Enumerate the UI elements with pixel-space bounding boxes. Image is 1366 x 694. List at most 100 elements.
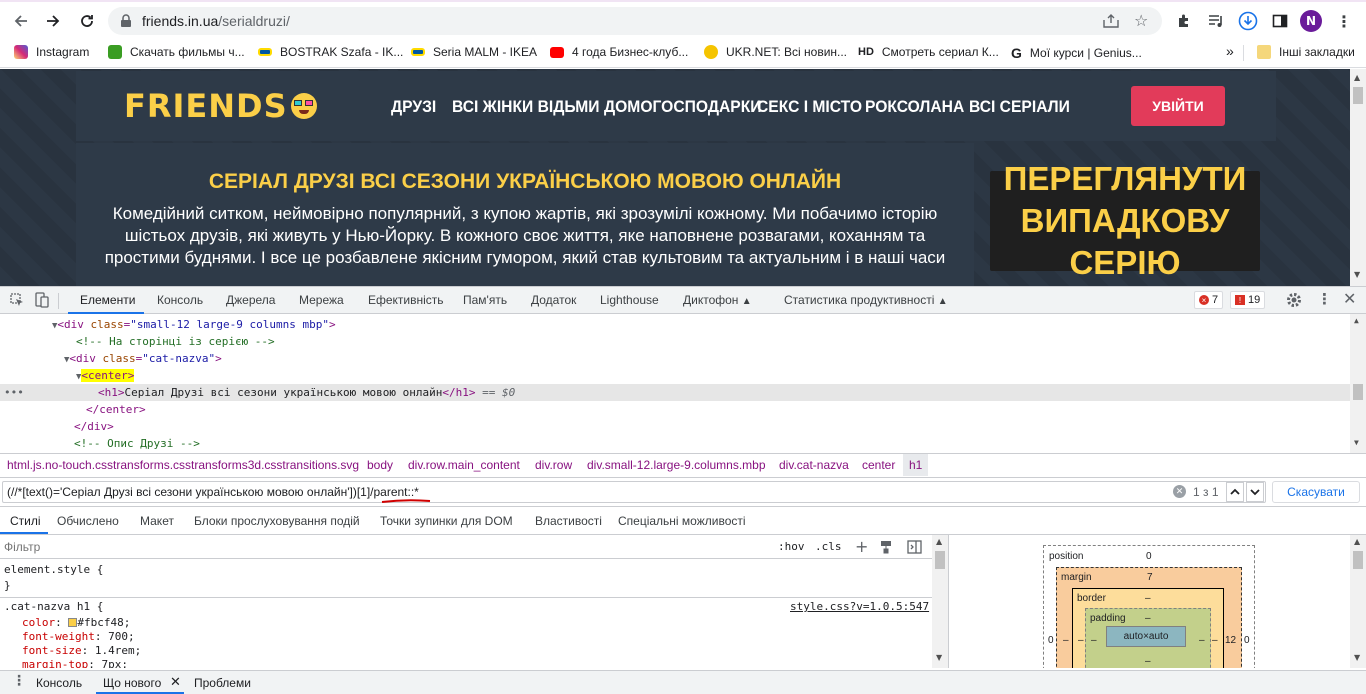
paint-roller-icon[interactable]	[879, 540, 893, 554]
scroll-up-icon[interactable]: ▲	[1354, 537, 1360, 546]
nav-vsi-serialy[interactable]: ВСІ СЕРІАЛИ	[969, 97, 1070, 117]
box-scrollbar[interactable]: ▲ ▼	[1350, 535, 1366, 668]
errors-counter[interactable]: × 7	[1194, 291, 1224, 309]
inspect-element-icon[interactable]	[10, 293, 24, 307]
box-content-size[interactable]: auto×auto	[1106, 626, 1186, 647]
bookmarks-overflow-chevron[interactable]: »	[1226, 43, 1234, 59]
dom-node-div-columns[interactable]: ▼<div class="small-12 large-9 columns mb…	[52, 316, 336, 333]
other-bookmarks[interactable]: Інші закладки	[1257, 45, 1355, 59]
rule-selector[interactable]: .cat-nazva h1 {	[4, 600, 103, 614]
scroll-up-icon[interactable]: ▲	[936, 537, 942, 546]
page-scrollbar[interactable]: ▲ ▼	[1350, 69, 1366, 286]
tab-memory[interactable]: Пам'ять	[463, 293, 507, 307]
crumb-columns[interactable]: div.small-12.large-9.columns.mbp	[587, 458, 766, 472]
element-style-selector[interactable]: element.style {	[4, 563, 103, 577]
box-margin[interactable]: margin 7 – 12 border – – – padding – – –…	[1056, 567, 1242, 668]
scroll-thumb[interactable]	[1353, 87, 1363, 104]
tab-performance[interactable]: Ефективність	[368, 293, 444, 307]
crumb-body[interactable]: body	[367, 458, 393, 472]
tab-elements[interactable]: Елементи	[80, 293, 135, 307]
dom-close-div[interactable]: </div>	[74, 418, 114, 435]
media-queue-icon[interactable]	[1206, 11, 1226, 31]
drawer-menu-icon[interactable]: ⋮	[12, 673, 26, 689]
styles-scrollbar[interactable]: ▲ ▼	[932, 535, 948, 668]
crumb-catnazva[interactable]: div.cat-nazva	[779, 458, 849, 472]
tab-properties[interactable]: Властивості	[535, 514, 602, 528]
drawer-tab-whats-new[interactable]: Що нового	[103, 676, 161, 690]
menu-kebab-icon[interactable]: ⋮	[1334, 11, 1354, 31]
forward-button[interactable]	[40, 8, 66, 34]
crumb-h1[interactable]: h1	[903, 454, 929, 476]
search-prev-button[interactable]	[1226, 482, 1244, 502]
dom-close-center[interactable]: </center>	[86, 401, 146, 418]
dom-comment-episode[interactable]: <!-- На сторінці із серією -->	[76, 333, 275, 350]
dom-scrollbar[interactable]: ▲ ▼	[1350, 314, 1366, 454]
scroll-down-icon[interactable]: ▼	[1354, 270, 1360, 279]
scroll-up-icon[interactable]: ▲	[1354, 316, 1359, 325]
style-prop-margin-top[interactable]: margin-top: 7px;	[22, 658, 128, 668]
nav-roksolana[interactable]: РОКСОЛАНА	[865, 97, 964, 117]
random-episode-banner[interactable]: ПЕРЕГЛЯНУТИ ВИПАДКОВУ СЕРІЮ	[990, 160, 1260, 281]
tab-dom-breakpoints[interactable]: Точки зупинки для DOM	[380, 514, 513, 528]
scroll-down-icon[interactable]: ▼	[936, 653, 942, 662]
crumb-main-content[interactable]: div.row.main_content	[408, 458, 520, 472]
style-prop-color[interactable]: color: #fbcf48;	[22, 616, 130, 630]
nav-domohospodarky[interactable]: ДОМОГОСПОДАРКИ	[604, 97, 761, 117]
bookmark-ikea-bostrak[interactable]: BOSTRAK Szafa - IK...	[258, 45, 403, 59]
issues-counter[interactable]: ! 19	[1230, 291, 1266, 309]
node-ellipsis-icon[interactable]: •••	[4, 384, 24, 401]
reload-button[interactable]	[74, 8, 100, 34]
style-prop-font-weight[interactable]: font-weight: 700;	[22, 630, 135, 644]
scroll-thumb[interactable]	[1353, 384, 1363, 400]
box-border[interactable]: border – – – padding – – – auto×auto –	[1072, 588, 1224, 668]
hov-toggle[interactable]: :hov	[778, 540, 805, 553]
scroll-down-icon[interactable]: ▼	[1354, 653, 1360, 662]
settings-gear-icon[interactable]	[1286, 292, 1302, 308]
box-position[interactable]: position 0 0 0 margin 7 – 12 border – – …	[1043, 545, 1255, 668]
tab-event-listeners[interactable]: Блоки прослуховування подій	[194, 514, 360, 528]
dom-node-div-catnazva[interactable]: ▼<div class="cat-nazva">	[64, 350, 222, 367]
devtools-menu-icon[interactable]: ⋮	[1317, 290, 1332, 308]
bookmark-instagram[interactable]: Instagram	[14, 45, 89, 59]
tab-lighthouse[interactable]: Lighthouse	[600, 293, 659, 307]
bookmark-star-icon[interactable]: ☆	[1134, 11, 1148, 30]
login-button[interactable]: УВІЙТИ	[1131, 86, 1225, 126]
styles-filter-input[interactable]	[4, 538, 704, 556]
profile-avatar[interactable]: N	[1300, 10, 1322, 32]
drawer-tab-issues[interactable]: Проблеми	[194, 676, 251, 690]
tab-application[interactable]: Додаток	[531, 293, 576, 307]
tab-console[interactable]: Консоль	[157, 293, 203, 307]
search-input[interactable]: (//*[text()='Серіал Друзі всі сезони укр…	[2, 481, 1266, 503]
bookmark-ikea-malm[interactable]: Seria MALM - IKEA	[411, 45, 537, 59]
scroll-thumb[interactable]	[935, 551, 945, 569]
rule-source-link[interactable]: style.css?v=1.0.5:547	[790, 600, 929, 614]
dom-node-center[interactable]: ▼<center>	[76, 367, 135, 384]
cls-toggle[interactable]: .cls	[815, 540, 842, 553]
tab-computed[interactable]: Обчислено	[57, 514, 119, 528]
close-tab-icon[interactable]: ✕	[170, 674, 181, 690]
nav-druzi[interactable]: ДРУЗІ	[391, 97, 436, 117]
bookmark-youtube[interactable]: 4 года Бизнес-клуб...	[550, 45, 688, 59]
crumb-html[interactable]: html.js.no-touch.csstransforms.csstransf…	[7, 458, 359, 472]
dom-node-h1[interactable]: <h1>Серіал Друзі всі сезони українською …	[98, 384, 515, 401]
drawer-tab-console[interactable]: Консоль	[36, 676, 82, 690]
search-next-button[interactable]	[1246, 482, 1264, 502]
address-bar[interactable]: friends.in.ua/serialdruzi/ ☆	[108, 7, 1162, 35]
tab-performance-insights[interactable]: Статистика продуктивності ▲	[784, 293, 948, 307]
bookmark-ukrnet[interactable]: UKR.NET: Всі новин...	[704, 45, 847, 59]
dom-comment-description[interactable]: <!-- Опис Друзі -->	[74, 435, 200, 452]
clear-search-icon[interactable]: ✕	[1173, 485, 1186, 498]
tab-styles[interactable]: Стилі	[10, 514, 41, 528]
scroll-down-icon[interactable]: ▼	[1354, 438, 1359, 447]
site-logo[interactable]: FRIENDS	[124, 87, 317, 125]
bookmark-serial[interactable]: HD Смотреть сериал К...	[858, 45, 999, 59]
crumb-center[interactable]: center	[862, 458, 895, 472]
extensions-icon[interactable]	[1174, 11, 1194, 31]
tab-network[interactable]: Мережа	[299, 293, 344, 307]
toggle-sidebar-icon[interactable]	[907, 540, 922, 554]
bookmark-films[interactable]: Скачать фильмы ч...	[108, 45, 245, 59]
box-padding[interactable]: padding – – – auto×auto –	[1085, 608, 1211, 668]
back-button[interactable]	[8, 8, 34, 34]
nav-seks-i-misto[interactable]: СЕКС І МІСТО	[757, 97, 862, 117]
tab-recorder[interactable]: Диктофон ▲	[683, 293, 752, 307]
